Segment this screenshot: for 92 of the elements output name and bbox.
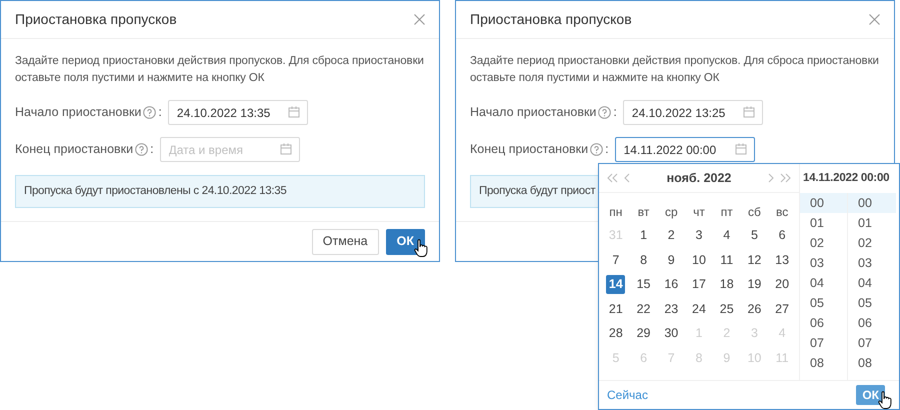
description-text: Задайте период приостановки действия пропусков. Для сброса приостановки оставьте поля пустими и нажмите на кнопку ОК <box>470 54 880 86</box>
day-cell[interactable]: 25 <box>717 300 736 319</box>
day-cell[interactable]: 27 <box>772 300 792 319</box>
date-time-field[interactable]: 24.10.2022 13:25 <box>622 100 763 125</box>
hand-cursor-icon <box>414 238 428 258</box>
day-cell[interactable]: 6 <box>772 226 792 246</box>
hour-option[interactable]: 05 <box>800 293 847 313</box>
day-cell[interactable]: 7 <box>606 250 626 270</box>
hour-option[interactable]: 03 <box>800 253 847 273</box>
calendar-icon <box>734 143 747 155</box>
field-label: Начало приостановки <box>15 104 142 122</box>
day-cell[interactable]: 17 <box>689 275 708 294</box>
day-cell[interactable]: 22 <box>634 300 654 319</box>
hour-option[interactable]: 02 <box>800 233 847 253</box>
day-cell[interactable]: 5 <box>744 226 764 246</box>
weekday-label: чт <box>692 204 706 220</box>
day-cell[interactable]: 30 <box>662 324 681 344</box>
double-chevron-right-icon[interactable] <box>780 173 791 183</box>
minute-option[interactable]: 06 <box>848 313 896 333</box>
date-time-field[interactable]: 24.10.2022 13:35 <box>168 100 308 125</box>
weekday-label: пн <box>608 204 624 220</box>
minute-option[interactable]: 05 <box>848 293 896 313</box>
hour-option[interactable]: 00 <box>800 193 847 213</box>
day-cell[interactable]: 10 <box>689 250 708 270</box>
description-text: Задайте период приостановки действия пропусков. Для сброса приостановки оставьте поля пустими и нажмите на кнопку ОК <box>15 54 425 86</box>
colon-text: : <box>605 141 609 158</box>
field-label: Конец приостановки <box>470 141 588 158</box>
day-cell[interactable]: 3 <box>689 226 708 246</box>
day-cell[interactable]: 16 <box>662 275 681 294</box>
chevron-right-icon[interactable] <box>768 173 774 183</box>
close-icon[interactable] <box>414 14 425 25</box>
close-icon[interactable] <box>869 14 880 25</box>
weekday-label: пт <box>720 204 734 220</box>
help-icon[interactable] <box>598 106 612 119</box>
calendar-icon <box>280 143 292 155</box>
day-cell[interactable]: 14 <box>606 275 626 294</box>
help-icon[interactable] <box>590 143 604 156</box>
help-icon[interactable] <box>135 143 148 156</box>
day-cell[interactable]: 29 <box>634 324 654 344</box>
hour-option[interactable]: 08 <box>800 353 847 373</box>
minute-option[interactable]: 07 <box>848 333 896 353</box>
day-cell[interactable]: 20 <box>772 275 792 294</box>
day-cell[interactable]: 19 <box>744 275 764 294</box>
hour-option[interactable]: 07 <box>800 333 847 353</box>
day-cell[interactable]: 23 <box>662 300 681 319</box>
colon-text: : <box>158 104 162 122</box>
minute-option[interactable]: 02 <box>848 233 896 253</box>
info-text: Пропуска будут приостановлены с 24.10.2022 13:35 <box>24 184 286 199</box>
day-cell[interactable]: 12 <box>744 250 764 270</box>
weekday-label: сб <box>746 204 762 220</box>
selected-datetime: 14.11.2022 00:00 <box>803 170 890 186</box>
chevron-left-icon[interactable] <box>624 173 630 183</box>
minute-option[interactable]: 03 <box>848 253 896 273</box>
ok-button[interactable]: ОК <box>386 228 425 254</box>
day-cell[interactable]: 2 <box>662 226 681 246</box>
day-cell[interactable]: 8 <box>634 250 654 270</box>
hour-option[interactable]: 01 <box>800 213 847 233</box>
calendar-icon <box>742 106 755 118</box>
day-cell[interactable]: 26 <box>744 300 764 319</box>
day-cell[interactable]: 9 <box>662 250 681 270</box>
calendar-icon <box>288 106 300 118</box>
day-cell[interactable]: 21 <box>606 300 626 319</box>
day-cell[interactable]: 11 <box>717 250 736 270</box>
weekday-label: ср <box>664 204 679 220</box>
dialog-title: Приостановка пропусков <box>470 10 632 29</box>
colon-text: : <box>613 104 617 122</box>
field-label: Конец приостановки <box>15 141 134 158</box>
day-cell[interactable]: 4 <box>717 226 736 246</box>
field-label: Начало приостановки <box>470 104 596 122</box>
date-time-field[interactable]: Дата и время <box>160 137 300 162</box>
date-time-field[interactable]: 14.11.2022 00:00 <box>614 137 755 162</box>
day-cell[interactable]: 24 <box>689 300 708 319</box>
colon-text: : <box>150 141 154 158</box>
day-cell[interactable]: 1 <box>634 226 654 246</box>
info-text: Пропуска будут приост <box>479 184 596 199</box>
minute-option[interactable]: 04 <box>848 273 896 293</box>
help-icon[interactable] <box>143 106 156 119</box>
month-label[interactable]: нояб. 2022 <box>630 168 768 188</box>
hour-option[interactable]: 06 <box>800 313 847 333</box>
cancel-button[interactable]: Отмена <box>312 228 379 254</box>
day-cell[interactable]: 18 <box>717 275 736 294</box>
minute-option[interactable]: 01 <box>848 213 896 233</box>
day-cell[interactable]: 15 <box>634 275 654 294</box>
day-cell[interactable]: 13 <box>772 250 792 270</box>
dialog-title: Приостановка пропусков <box>15 10 177 29</box>
weekday-label: вс <box>775 204 790 220</box>
day-cell[interactable]: 28 <box>606 324 626 344</box>
hour-option[interactable]: 04 <box>800 273 847 293</box>
minute-option[interactable]: 00 <box>848 193 896 213</box>
minute-option[interactable]: 08 <box>848 353 896 373</box>
double-chevron-left-icon[interactable] <box>607 173 618 183</box>
weekday-label: вт <box>636 204 650 220</box>
